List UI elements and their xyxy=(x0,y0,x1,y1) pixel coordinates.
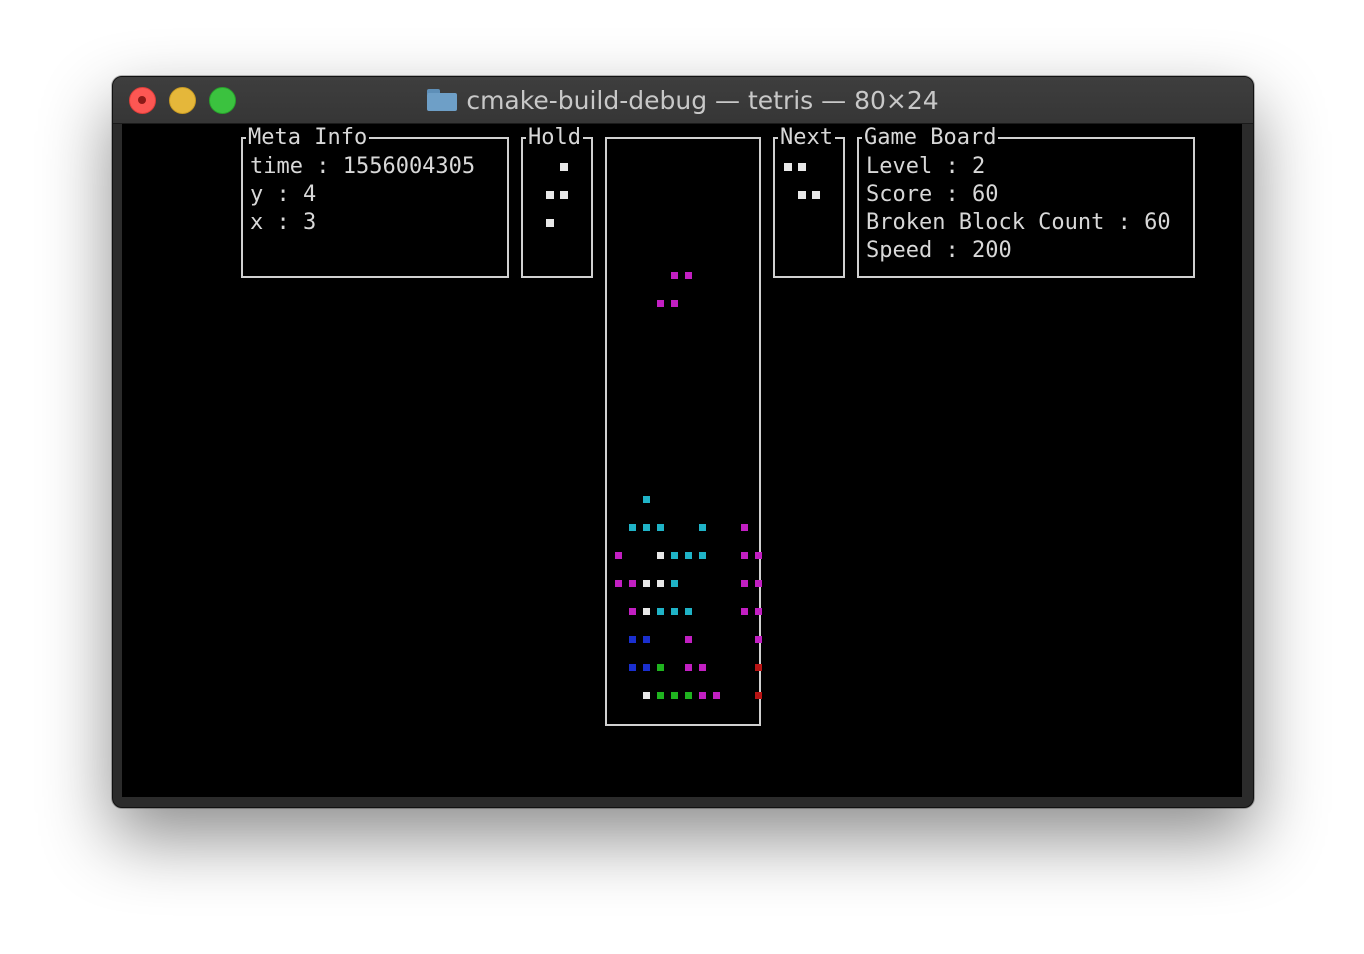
terminal-content[interactable]: Meta Info time : 1556004305 y : 4 x : 3 … xyxy=(122,124,1242,797)
stack-block xyxy=(671,692,678,699)
stack-block xyxy=(755,580,762,587)
next-block xyxy=(784,163,792,171)
stack-block xyxy=(685,636,692,643)
stack-block xyxy=(615,580,622,587)
stack-block xyxy=(629,664,636,671)
score-text: Score : 60 xyxy=(866,182,999,207)
stack-block xyxy=(643,692,650,699)
stack-block xyxy=(629,524,636,531)
stack-block xyxy=(685,692,692,699)
stack-block xyxy=(755,552,762,559)
level-text: Level : 2 xyxy=(866,154,986,179)
stack-block xyxy=(629,608,636,615)
stack-block xyxy=(643,496,650,503)
play-field xyxy=(605,137,762,726)
hold-block xyxy=(560,163,568,171)
stack-block xyxy=(657,552,664,559)
broken-count-text: Broken Block Count : 60 xyxy=(866,210,1171,235)
window-title-wrap: cmake-build-debug — tetris — 80×24 xyxy=(113,77,1253,123)
meta-info-label: Meta Info xyxy=(246,125,370,151)
hold-block xyxy=(560,191,568,199)
stack-block xyxy=(755,664,762,671)
stack-block xyxy=(671,580,678,587)
stack-block xyxy=(699,524,706,531)
meta-y: y : 4 xyxy=(250,182,317,207)
stack-block xyxy=(741,608,748,615)
stack-block xyxy=(699,552,706,559)
next-panel: Next xyxy=(773,125,845,278)
window-title: cmake-build-debug — tetris — 80×24 xyxy=(466,85,939,115)
stack-block xyxy=(755,636,762,643)
stack-block xyxy=(755,608,762,615)
stack-block xyxy=(713,692,720,699)
stack-block xyxy=(741,552,748,559)
next-label: Next xyxy=(778,125,835,151)
stack-block xyxy=(671,608,678,615)
falling-block xyxy=(671,272,678,279)
hold-block xyxy=(546,191,554,199)
stack-block xyxy=(643,664,650,671)
stack-block xyxy=(685,664,692,671)
falling-block xyxy=(671,300,678,307)
stack-block xyxy=(643,636,650,643)
meta-x: x : 3 xyxy=(250,210,317,235)
speed-text: Speed : 200 xyxy=(866,238,1012,263)
falling-block xyxy=(685,272,692,279)
stack-block xyxy=(643,580,650,587)
stack-block xyxy=(699,664,706,671)
stack-block xyxy=(699,692,706,699)
stack-block xyxy=(657,524,664,531)
stack-block xyxy=(671,552,678,559)
folder-icon xyxy=(427,89,458,111)
stack-block xyxy=(755,692,762,699)
hold-block xyxy=(546,219,554,227)
stack-block xyxy=(643,524,650,531)
stack-block xyxy=(629,580,636,587)
terminal-window: cmake-build-debug — tetris — 80×24 Meta … xyxy=(112,76,1254,808)
hold-panel: Hold xyxy=(521,125,593,278)
next-block xyxy=(812,191,820,199)
meta-time: time : 1556004305 xyxy=(250,154,476,179)
stack-block xyxy=(685,552,692,559)
title-bar[interactable]: cmake-build-debug — tetris — 80×24 xyxy=(113,77,1253,124)
stack-block xyxy=(657,608,664,615)
game-board-panel: Game Board Level : 2 Score : 60 Broken B… xyxy=(857,125,1195,278)
falling-block xyxy=(657,300,664,307)
hold-label: Hold xyxy=(526,125,583,151)
stack-block xyxy=(741,524,748,531)
stack-block xyxy=(741,580,748,587)
next-block xyxy=(798,163,806,171)
stack-block xyxy=(657,664,664,671)
next-block xyxy=(798,191,806,199)
stack-block xyxy=(657,692,664,699)
stack-block xyxy=(685,608,692,615)
stack-block xyxy=(615,552,622,559)
game-board-label: Game Board xyxy=(862,125,999,151)
stack-block xyxy=(643,608,650,615)
meta-info-panel: Meta Info time : 1556004305 y : 4 x : 3 xyxy=(241,125,509,278)
stack-block xyxy=(657,580,664,587)
stack-block xyxy=(629,636,636,643)
